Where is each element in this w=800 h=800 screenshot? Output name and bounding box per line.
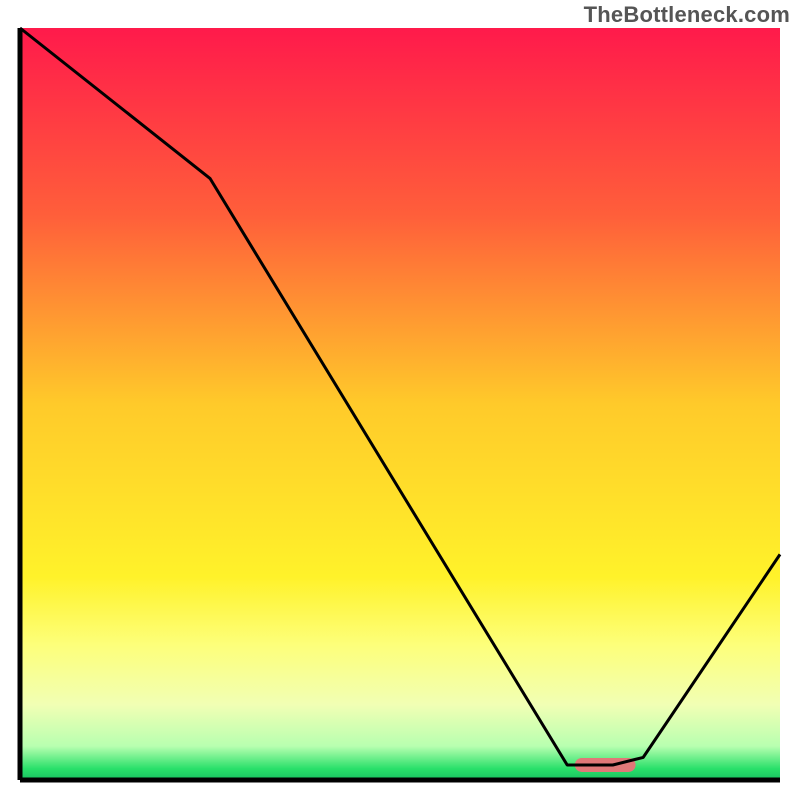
gradient-background <box>20 28 780 780</box>
bottleneck-chart <box>0 0 800 800</box>
watermark-text: TheBottleneck.com <box>584 2 790 28</box>
chart-frame: TheBottleneck.com <box>0 0 800 800</box>
